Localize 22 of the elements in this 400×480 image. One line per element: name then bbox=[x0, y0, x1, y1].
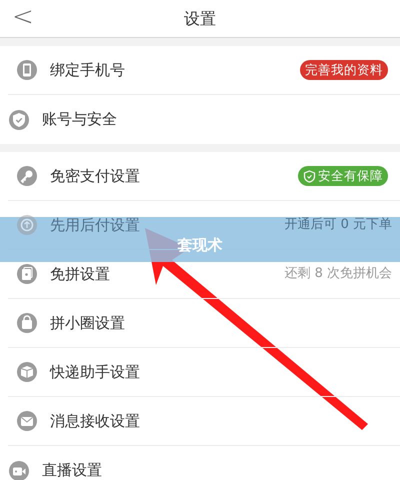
setting-label[interactable]: 快递助手设置 bbox=[50, 360, 140, 384]
setting-label[interactable]: 免拼设置 bbox=[50, 262, 110, 286]
back-button[interactable]: < bbox=[12, 0, 34, 34]
hint-text: 开通后可 0 元下单 bbox=[284, 216, 392, 234]
setting-label[interactable]: 免密支付设置 bbox=[50, 164, 140, 188]
box-icon bbox=[16, 361, 38, 383]
setting-label[interactable]: 拼小圈设置 bbox=[50, 312, 125, 334]
badge: 安全有保障 bbox=[298, 166, 388, 186]
key-icon bbox=[16, 165, 38, 187]
cards-icon bbox=[16, 263, 38, 285]
page-title: 设置 bbox=[184, 8, 216, 30]
shield-icon bbox=[8, 108, 30, 130]
phone-icon bbox=[16, 59, 38, 81]
hint-text: 还剩 8 次免拼机会 bbox=[284, 265, 392, 284]
bag-icon bbox=[16, 312, 38, 334]
setting-label[interactable]: 直播设置 bbox=[42, 459, 102, 480]
envelope-icon bbox=[16, 410, 38, 432]
badge: 完善我的资料 bbox=[300, 60, 388, 80]
setting-label[interactable]: 消息接收设置 bbox=[50, 410, 140, 432]
setting-label[interactable]: 账号与安全 bbox=[42, 108, 117, 131]
annotation-label: 套现术 bbox=[178, 234, 222, 256]
setting-label[interactable]: 绑定手机号 bbox=[50, 58, 125, 82]
